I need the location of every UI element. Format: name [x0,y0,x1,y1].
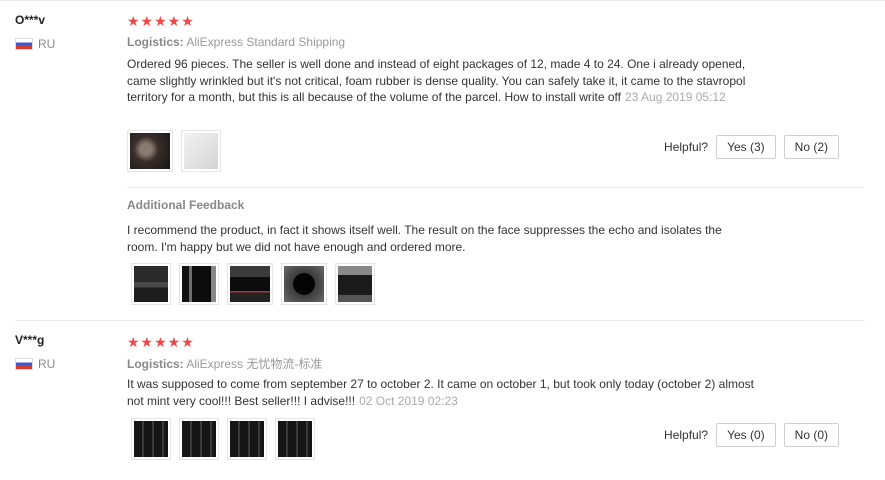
helpful-yes-button[interactable]: Yes (3) [716,135,776,159]
review-photo[interactable] [127,130,173,172]
review-photo[interactable] [131,418,171,460]
review-photo[interactable] [179,418,219,460]
review-photo[interactable] [131,263,171,305]
additional-feedback-text: I recommend the product, in fact it show… [127,223,722,254]
logistics-info: Logistics: AliExpress 无忧物流-标准 [127,355,322,372]
helpful-voting: Helpful? Yes (0) No (0) [664,423,839,447]
reviewer-country: RU [15,357,55,371]
photo-image [134,421,168,457]
divider [127,187,864,188]
review-date: 23 Aug 2019 05:12 [625,90,726,104]
country-code: RU [38,357,56,371]
reviewer-name: O***v [15,13,46,27]
photo-image [284,266,324,302]
reviewer-info: O***v RU [15,13,55,51]
review-photo[interactable] [335,263,375,305]
review-photo[interactable] [281,263,327,305]
review-divider [15,320,865,321]
russia-flag-icon [15,358,33,370]
reviewer-name: V***g [15,333,45,347]
review-photo[interactable] [227,263,273,305]
review-text: Ordered 96 pieces. The seller is well do… [127,56,772,106]
photo-image [182,421,216,457]
photo-image [230,266,270,302]
review-photos [131,418,315,460]
review-photo[interactable] [227,418,267,460]
review-text: It was supposed to come from september 2… [127,376,772,409]
logistics-value: AliExpress 无忧物流-标准 [186,357,323,371]
review-photo[interactable] [179,263,219,305]
helpful-no-button[interactable]: No (2) [783,135,839,159]
review-photos [127,130,221,172]
review-photo[interactable] [181,130,221,172]
photo-image [230,421,264,457]
logistics-value: AliExpress Standard Shipping [186,35,346,49]
country-code: RU [38,37,56,51]
photo-image [130,133,170,169]
helpful-voting: Helpful? Yes (3) No (2) [664,135,839,159]
review-date: 02 Oct 2019 02:23 [359,393,458,408]
helpful-label: Helpful? [664,140,709,154]
star-rating: ★★★★★ [127,334,195,350]
logistics-info: Logistics: AliExpress Standard Shipping [127,35,345,49]
reviewer-info: V***g RU [15,333,55,371]
additional-photos [131,263,375,305]
helpful-yes-button[interactable]: Yes (0) [716,423,776,447]
photo-image [278,421,312,457]
review-photo[interactable] [275,418,315,460]
helpful-label: Helpful? [664,428,709,442]
top-divider [0,0,885,1]
reviewer-country: RU [15,37,55,51]
photo-image [182,266,216,302]
russia-flag-icon [15,38,33,50]
star-rating: ★★★★★ [127,13,195,29]
photo-image [134,266,168,302]
photo-image [338,266,372,302]
logistics-label: Logistics: [127,35,184,49]
additional-feedback-title: Additional Feedback [127,198,245,212]
photo-image [184,133,218,169]
helpful-no-button[interactable]: No (0) [783,423,839,447]
logistics-label: Logistics: [127,357,184,371]
